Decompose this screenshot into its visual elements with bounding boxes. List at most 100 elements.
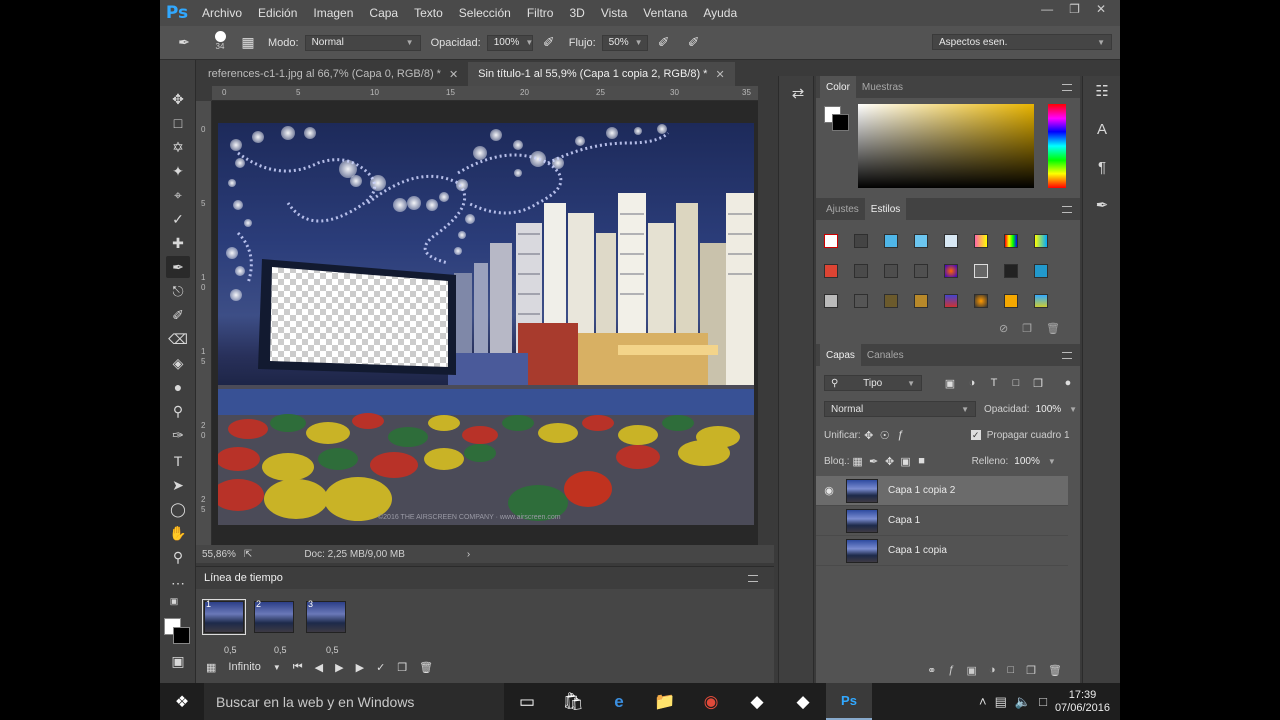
menu-capa[interactable]: Capa xyxy=(361,0,406,26)
type-tool-icon[interactable]: T xyxy=(166,450,190,472)
color-field[interactable] xyxy=(858,104,1034,188)
default-colors-icon[interactable]: ▣ xyxy=(166,594,182,608)
unify-position-icon[interactable]: ✥ xyxy=(861,427,877,443)
start-button[interactable]: ❖ xyxy=(160,683,204,720)
workspace-select[interactable]: Aspectos esen. ▼ xyxy=(932,34,1112,50)
menu-ayuda[interactable]: Ayuda xyxy=(695,0,745,26)
play-icon[interactable]: ▶ xyxy=(335,661,343,674)
lock-pixels-icon[interactable]: ✒ xyxy=(866,453,882,469)
filter-shape-icon[interactable]: □ xyxy=(1008,375,1024,391)
fx-icon[interactable]: ƒ xyxy=(948,664,954,676)
mode-select[interactable]: Normal ▼ xyxy=(304,34,421,51)
tab-canales[interactable]: Canales xyxy=(861,344,910,366)
style-swatch[interactable] xyxy=(914,294,928,308)
style-swatch[interactable] xyxy=(1004,294,1018,308)
fill-value[interactable]: 100% xyxy=(1014,456,1040,467)
style-swatch[interactable] xyxy=(854,264,868,278)
layer-opacity-value[interactable]: 100% xyxy=(1036,404,1062,415)
unify-visibility-icon[interactable]: ☉ xyxy=(877,427,893,443)
pressure-opacity-icon[interactable]: ✐ xyxy=(539,33,559,53)
frame-delay[interactable]: 0,5 xyxy=(224,645,237,655)
chevron-up-icon[interactable]: ˄ xyxy=(979,694,987,709)
delete-style-icon[interactable]: 🗑 xyxy=(1046,322,1060,340)
taskbar-search[interactable]: Buscar en la web y en Windows xyxy=(204,683,504,720)
style-swatch[interactable] xyxy=(944,234,958,248)
blend-mode-select[interactable]: Normal ▼ xyxy=(824,401,976,417)
menu-filtro[interactable]: Filtro xyxy=(519,0,562,26)
healing-brush-icon[interactable]: ✚ xyxy=(166,232,190,254)
move-tool-icon[interactable]: ✥ xyxy=(166,88,190,110)
tool-presets-icon[interactable]: ✒ xyxy=(1091,194,1113,216)
network-icon[interactable]: ▤ xyxy=(995,694,1007,710)
eyedropper-icon[interactable]: ✓ xyxy=(166,208,190,230)
add-mask-icon[interactable]: ▣ xyxy=(966,664,976,677)
photoshop-taskbar-icon[interactable]: Ps xyxy=(826,683,872,720)
close-icon[interactable]: ✕ xyxy=(1096,2,1106,16)
style-swatch[interactable] xyxy=(884,294,898,308)
eraser-icon[interactable]: ⌫ xyxy=(166,328,190,350)
brush-panel-icon[interactable]: ▦ xyxy=(238,33,258,53)
brush-tool-icon[interactable]: ✒ xyxy=(174,33,194,53)
style-swatch[interactable] xyxy=(854,234,868,248)
document-canvas[interactable]: ©2016 THE AIRSCREEN COMPANY · www.airscr… xyxy=(218,123,754,525)
style-swatch[interactable] xyxy=(1034,234,1048,248)
zoom-level[interactable]: 55,86% xyxy=(202,549,236,560)
magic-wand-icon[interactable]: ✦ xyxy=(166,160,190,182)
style-swatch[interactable] xyxy=(1034,294,1048,308)
pen-tool-icon[interactable]: ✑ xyxy=(166,424,190,446)
style-swatch[interactable] xyxy=(884,234,898,248)
panel-menu-icon[interactable] xyxy=(1062,83,1072,91)
crop-tool-icon[interactable]: ⌖ xyxy=(166,184,190,206)
properties-icon[interactable]: ☷ xyxy=(1091,80,1113,102)
new-style-icon[interactable]: ❐ xyxy=(1022,322,1032,340)
style-swatch[interactable] xyxy=(944,294,958,308)
history-icon[interactable]: ⇄ xyxy=(787,82,809,104)
chevron-down-icon[interactable]: ▼ xyxy=(1069,405,1077,414)
filter-pixel-icon[interactable]: ▣ xyxy=(942,375,958,391)
layer-row[interactable]: Capa 1 copia xyxy=(816,536,1068,566)
frame-delay[interactable]: 0,5 xyxy=(274,645,287,655)
tween-icon[interactable]: ✓ xyxy=(376,661,385,674)
tab-muestras[interactable]: Muestras xyxy=(856,76,909,98)
menu-edicion[interactable]: Edición xyxy=(250,0,305,26)
app-icon[interactable]: ◆ xyxy=(734,683,780,720)
delete-layer-icon[interactable]: 🗑 xyxy=(1048,664,1062,677)
status-arrow-icon[interactable]: › xyxy=(467,549,470,560)
new-layer-icon[interactable]: ❐ xyxy=(1026,664,1036,677)
color-background-swatch[interactable] xyxy=(832,114,849,131)
lock-all-icon[interactable]: ■ xyxy=(914,453,930,469)
stamp-tool-icon[interactable]: ⎋ xyxy=(166,280,190,302)
chevron-down-icon[interactable]: ▼ xyxy=(1048,457,1056,466)
marquee-tool-icon[interactable]: □ xyxy=(166,112,190,134)
tab-ajustes[interactable]: Ajustes xyxy=(820,198,865,220)
ellipse-tool-icon[interactable]: ◯ xyxy=(166,498,190,520)
volume-icon[interactable]: 🔈 xyxy=(1015,694,1031,710)
lock-transparent-icon[interactable]: ▦ xyxy=(850,453,866,469)
zoom-tool-icon[interactable]: ⚲ xyxy=(166,546,190,568)
style-swatch-none[interactable] xyxy=(824,234,838,248)
link-layers-icon[interactable]: ⚭ xyxy=(927,664,936,677)
tab-references[interactable]: references-c1-1.jpg al 66,7% (Capa 0, RG… xyxy=(198,62,469,86)
menu-vista[interactable]: Vista xyxy=(593,0,635,26)
style-swatch[interactable] xyxy=(824,264,838,278)
edge-icon[interactable]: e xyxy=(596,683,642,720)
tab-capas[interactable]: Capas xyxy=(820,344,861,366)
panel-menu-icon[interactable] xyxy=(1062,351,1072,359)
menu-texto[interactable]: Texto xyxy=(406,0,451,26)
restore-icon[interactable]: ❐ xyxy=(1069,2,1080,16)
chevron-down-icon[interactable]: ▼ xyxy=(273,663,281,672)
previous-frame-icon[interactable]: ◀ xyxy=(315,661,323,674)
app-icon-2[interactable]: ◆ xyxy=(780,683,826,720)
layer-row[interactable]: ◉ Capa 1 copia 2 xyxy=(816,476,1068,506)
eye-icon[interactable]: ◉ xyxy=(816,484,842,497)
style-swatch[interactable] xyxy=(824,294,838,308)
history-brush-icon[interactable]: ✐ xyxy=(166,304,190,326)
duplicate-frame-icon[interactable]: ❐ xyxy=(397,661,407,674)
menu-ventana[interactable]: Ventana xyxy=(635,0,695,26)
tab-sin-titulo[interactable]: Sin título-1 al 55,9% (Capa 1 copia 2, R… xyxy=(468,62,735,86)
menu-seleccion[interactable]: Selección xyxy=(451,0,519,26)
style-swatch[interactable] xyxy=(944,264,958,278)
clear-style-icon[interactable]: ⊘ xyxy=(999,322,1008,340)
background-color[interactable] xyxy=(173,627,190,644)
brush-preset-picker[interactable]: 34 xyxy=(210,30,230,55)
